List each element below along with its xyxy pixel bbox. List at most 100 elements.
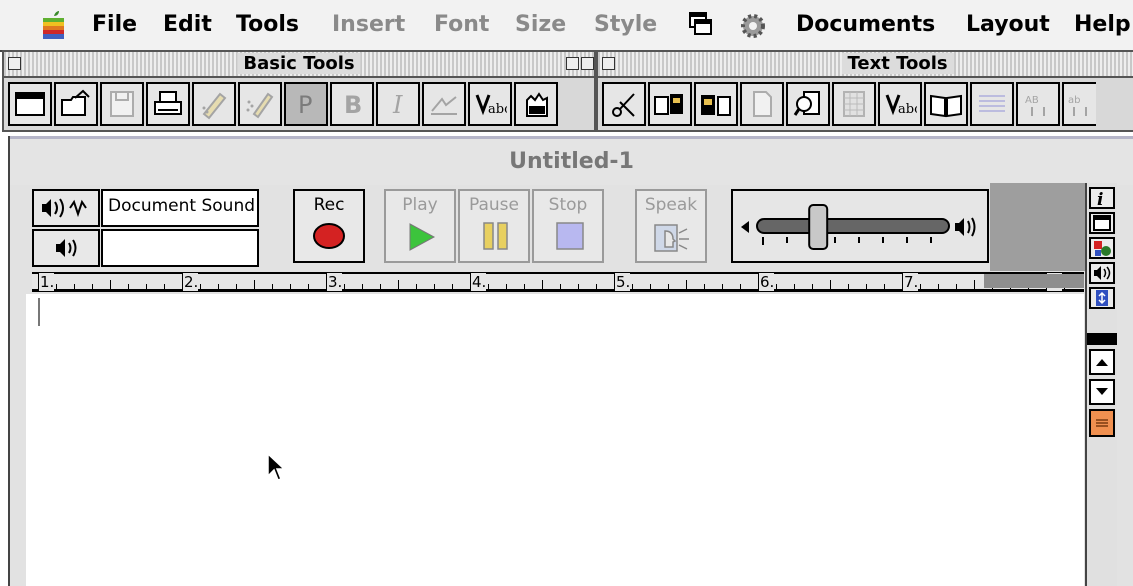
drawing-style-icon xyxy=(431,96,457,115)
menu-help[interactable]: Help xyxy=(1074,12,1131,37)
menu-documents[interactable]: Documents xyxy=(796,12,935,37)
spelling-tool[interactable]: abc xyxy=(468,82,512,126)
ruler-minor-tick xyxy=(362,284,363,289)
sort-ascending-tool[interactable]: AB xyxy=(1016,82,1060,126)
find-tool[interactable] xyxy=(786,82,830,126)
basic-tools-close-box[interactable] xyxy=(8,57,21,70)
grip-lines-icon xyxy=(1096,419,1108,427)
windows-menu-icon[interactable] xyxy=(688,11,714,37)
down-arrow-icon xyxy=(1096,388,1108,395)
document-sound-button[interactable] xyxy=(32,189,100,227)
ruler-minor-tick xyxy=(416,284,417,289)
plain-text-tool[interactable]: P xyxy=(284,82,328,126)
volume-control xyxy=(731,189,989,263)
shapes-button[interactable] xyxy=(1089,237,1115,259)
sound-name-field[interactable] xyxy=(101,229,259,267)
open-document-tool[interactable] xyxy=(54,82,98,126)
bold-tool[interactable]: B xyxy=(330,82,374,126)
sparkle-pencil-tool[interactable] xyxy=(238,82,282,126)
speak-button[interactable]: Speak xyxy=(635,189,707,263)
basic-tools-titlebar[interactable]: Basic Tools xyxy=(4,52,594,78)
slider-thumb[interactable] xyxy=(808,204,829,250)
ruler-minor-tick xyxy=(704,284,705,289)
menu-insert[interactable]: Insert xyxy=(332,12,405,37)
record-button[interactable]: Rec xyxy=(293,189,365,263)
thesaurus-tool[interactable] xyxy=(924,82,968,126)
scissors-icon xyxy=(612,93,635,117)
menu-bar: File Edit Tools Insert Font Size Style D… xyxy=(0,0,1133,52)
text-tools-close-box[interactable] xyxy=(602,57,615,70)
text-spelling-tool[interactable]: abc xyxy=(878,82,922,126)
scroll-thumb[interactable] xyxy=(1089,409,1115,437)
save-document-tool[interactable] xyxy=(100,82,144,126)
select-all-tool[interactable] xyxy=(832,82,876,126)
play-button[interactable]: Play xyxy=(384,189,456,263)
copy-tool[interactable] xyxy=(648,82,692,126)
ruler-minor-tick xyxy=(956,284,957,289)
menu-font[interactable]: Font xyxy=(434,12,489,37)
menu-style[interactable]: Style xyxy=(594,12,657,37)
ruler-minor-tick xyxy=(344,284,345,289)
sound-button[interactable] xyxy=(1089,262,1115,284)
info-i-icon: i xyxy=(1097,190,1103,207)
speaker-waves-icon xyxy=(42,198,87,218)
ruler-minor-tick xyxy=(938,284,939,289)
play-triangle-icon xyxy=(409,223,436,251)
sort-descending-tool[interactable]: ab xyxy=(1062,82,1096,126)
apple-menu-icon[interactable] xyxy=(40,10,66,40)
ruler[interactable]: 1.2.3.4.5.6.7.8. xyxy=(32,272,1084,292)
ruler-minor-tick xyxy=(560,284,561,289)
slider-track xyxy=(756,218,950,234)
speak-label: Speak xyxy=(644,195,698,215)
scroll-down-button[interactable] xyxy=(1089,379,1115,405)
print-tool[interactable] xyxy=(146,82,190,126)
printer-icon xyxy=(154,91,182,115)
svg-text:AB: AB xyxy=(1025,95,1039,106)
menu-layout[interactable]: Layout xyxy=(966,12,1050,37)
ruler-number: 7. xyxy=(903,273,919,291)
ruler-minor-tick xyxy=(866,284,867,289)
document-titlebar[interactable]: Untitled-1 xyxy=(10,136,1133,185)
menu-tools[interactable]: Tools xyxy=(236,12,299,37)
underline-style-tool[interactable] xyxy=(422,82,466,126)
scroll-up-button[interactable] xyxy=(1089,349,1115,375)
new-document-tool[interactable] xyxy=(8,82,52,126)
menu-file[interactable]: File xyxy=(92,12,137,37)
ruler-minor-tick xyxy=(578,284,579,289)
ruler-minor-tick xyxy=(722,284,723,289)
lines-tool[interactable] xyxy=(970,82,1014,126)
toolbar-filler xyxy=(990,183,1085,271)
basic-tools-zoom-box[interactable] xyxy=(566,57,579,70)
info-button[interactable]: i xyxy=(1089,187,1115,209)
pause-button[interactable]: Pause xyxy=(458,189,530,263)
ruler-minor-tick xyxy=(884,284,885,289)
document-title: Untitled-1 xyxy=(509,149,634,174)
right-sidebar: i xyxy=(1085,183,1117,586)
pencil-tool[interactable] xyxy=(192,82,236,126)
scroll-divider xyxy=(1087,333,1117,345)
paste-tool[interactable] xyxy=(694,82,738,126)
text-tools-titlebar[interactable]: Text Tools xyxy=(598,52,1133,78)
movie-button[interactable] xyxy=(1089,287,1115,309)
stamp-tool[interactable] xyxy=(514,82,558,126)
basic-tools-collapse-box[interactable] xyxy=(581,57,594,70)
italic-tool[interactable]: I xyxy=(376,82,420,126)
clear-tool[interactable] xyxy=(740,82,784,126)
document-page[interactable] xyxy=(26,294,1084,586)
stop-button[interactable]: Stop xyxy=(532,189,604,263)
open-book-icon xyxy=(930,94,962,118)
sound-play-button[interactable] xyxy=(32,229,100,267)
svg-text:P: P xyxy=(298,91,312,119)
menu-size[interactable]: Size xyxy=(515,12,566,37)
ruler-number: 5. xyxy=(615,273,631,291)
ruler-minor-tick xyxy=(506,284,507,289)
menu-edit[interactable]: Edit xyxy=(163,12,212,37)
slider-ticks xyxy=(762,237,932,245)
svg-text:i: i xyxy=(1097,190,1103,207)
cut-tool[interactable] xyxy=(602,82,646,126)
ruler-minor-tick xyxy=(452,284,453,289)
volume-slider[interactable] xyxy=(733,191,989,263)
window-button[interactable] xyxy=(1089,212,1115,234)
spell-abc-icon: abc xyxy=(885,94,917,117)
gear-icon[interactable] xyxy=(738,11,768,41)
